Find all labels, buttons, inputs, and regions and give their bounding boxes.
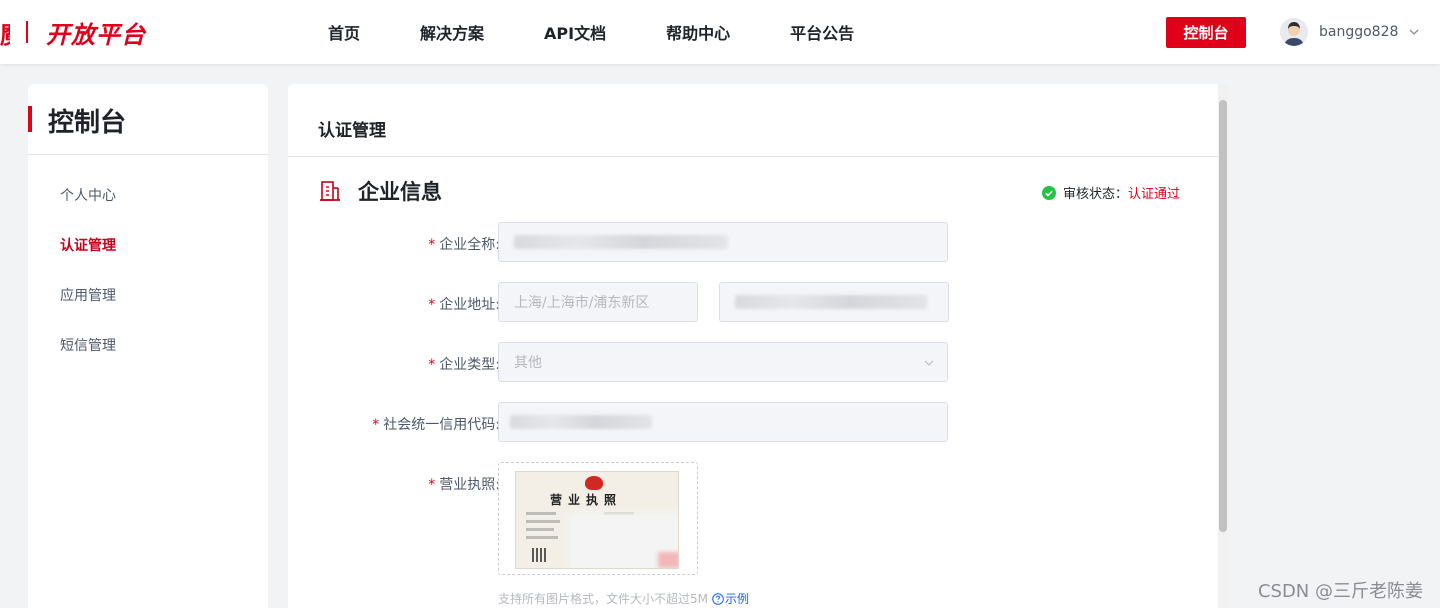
section-title: 企业信息 [358, 180, 442, 204]
region-value: 上海/上海市/浦东新区 [514, 295, 650, 311]
credit-code-field[interactable] [498, 402, 948, 442]
redacted-value [510, 415, 652, 429]
logo-divider [26, 21, 28, 43]
nav-solutions[interactable]: 解决方案 [420, 20, 484, 44]
region-field[interactable]: 上海/上海市/浦东新区 [498, 282, 698, 322]
nav-home[interactable]: 首页 [328, 20, 360, 44]
qr-code-icon [532, 548, 546, 562]
console-button[interactable]: 控制台 [1166, 17, 1246, 48]
address-label: * 企业地址: [428, 297, 500, 313]
sidebar-item-certification[interactable]: 认证管理 [60, 232, 116, 282]
license-label: * 营业执照: [428, 477, 500, 493]
redacted-seal [658, 552, 678, 568]
nav-announcements[interactable]: 平台公告 [790, 20, 854, 44]
review-status: 审核状态： 认证通过 [1042, 183, 1180, 202]
logo-text: 开放平台 [46, 20, 146, 49]
full-name-label: * 企业全称: [428, 237, 500, 253]
scrollbar-thumb[interactable] [1219, 100, 1227, 532]
upload-hint: 支持所有图片格式，文件大小不超过5M 示例 [498, 590, 749, 607]
address-detail-field[interactable] [719, 282, 949, 322]
required-mark: * [428, 477, 436, 493]
avatar [1280, 18, 1308, 46]
chevron-down-icon [1409, 29, 1419, 35]
sidebar-menu: 个人中心 认证管理 应用管理 短信管理 [60, 182, 116, 382]
example-link[interactable]: 示例 [712, 590, 749, 607]
company-type-select[interactable]: 其他 [498, 342, 948, 382]
nav-api-docs[interactable]: API文档 [544, 20, 606, 44]
company-type-value: 其他 [514, 355, 542, 371]
required-mark: * [372, 417, 380, 433]
logo[interactable]: 魔 开放平台 [0, 14, 146, 50]
chevron-down-icon [924, 360, 934, 366]
sidebar-title: 控制台 [48, 108, 127, 138]
building-icon [320, 181, 340, 201]
main-header: 认证管理 [288, 84, 1228, 157]
username: banggo828 [1319, 24, 1399, 40]
logo-fragment: 魔 [0, 15, 10, 50]
page-title: 认证管理 [318, 121, 386, 141]
main-panel: 认证管理 企业信息 审核状态： 认证通过 * 企业全称: * 企业地址: 上海/上海… [288, 84, 1228, 608]
sidebar-title-accent [28, 106, 32, 132]
redacted-value [514, 235, 728, 249]
credit-code-label: * 社会统一信用代码: [372, 417, 500, 433]
nav-help-center[interactable]: 帮助中心 [666, 20, 730, 44]
user-menu[interactable]: banggo828 [1280, 17, 1420, 47]
company-name-field[interactable] [498, 222, 948, 262]
license-image: 营业执照 [515, 471, 679, 569]
sidebar-header: 控制台 [28, 84, 268, 155]
sidebar-item-personal-center[interactable]: 个人中心 [60, 182, 116, 232]
check-circle-icon [1042, 185, 1056, 200]
help-circle-icon [712, 592, 724, 605]
sidebar-item-sms[interactable]: 短信管理 [60, 332, 116, 382]
main-nav: 首页 解决方案 API文档 帮助中心 平台公告 [328, 0, 914, 64]
upload-hint-text: 支持所有图片格式，文件大小不超过5M [498, 592, 708, 606]
sidebar: 控制台 个人中心 认证管理 应用管理 短信管理 [28, 84, 268, 608]
required-mark: * [428, 237, 436, 253]
emblem-icon [585, 476, 603, 490]
license-upload[interactable]: 营业执照 [498, 462, 698, 575]
sidebar-item-applications[interactable]: 应用管理 [60, 282, 116, 332]
required-mark: * [428, 297, 436, 313]
top-navbar: 魔 开放平台 首页 解决方案 API文档 帮助中心 平台公告 控制台 bangg… [0, 0, 1440, 64]
watermark: CSDN @三斤老陈姜 [1257, 581, 1423, 602]
redacted-value [735, 295, 927, 309]
license-image-title: 营业执照 [550, 493, 623, 507]
type-label: * 企业类型: [428, 357, 500, 373]
status-badge: 认证通过 [1128, 187, 1181, 202]
status-label: 审核状态： [1063, 187, 1129, 202]
example-link-text: 示例 [725, 592, 750, 606]
required-mark: * [428, 357, 436, 373]
user-avatar-icon [1280, 18, 1308, 46]
